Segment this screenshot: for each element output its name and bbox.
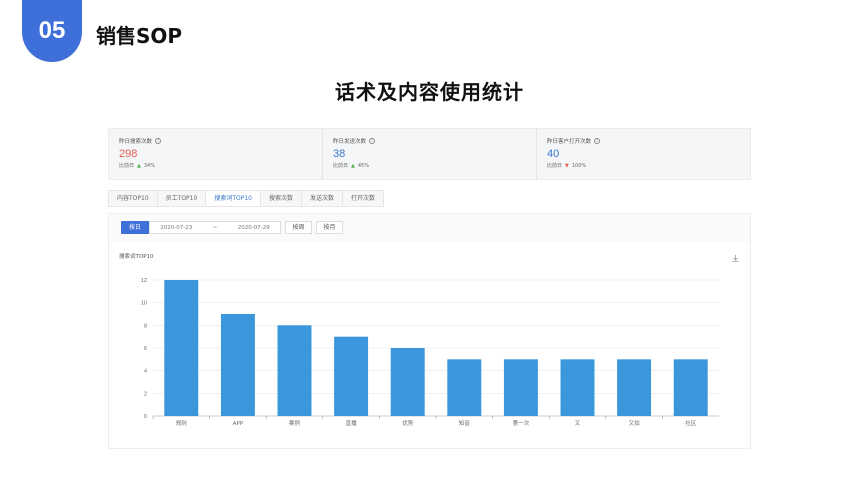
stat-compare-value: 45% bbox=[357, 162, 369, 169]
by-week-button[interactable]: 按周 bbox=[285, 221, 312, 234]
bar-chart: 0 2 4 6 8 10 12 规则 APP 案例 直播 优势 知音 第一次 又 又如 社区 bbox=[141, 278, 719, 427]
date-separator: ~ bbox=[212, 224, 218, 231]
tab-content-top10[interactable]: 内容TOP10 bbox=[109, 191, 158, 206]
y-tick-label: 0 bbox=[144, 414, 147, 420]
bar bbox=[334, 336, 369, 416]
x-tick-label: 优势 bbox=[402, 419, 414, 427]
question-circle-icon[interactable]: ? bbox=[594, 138, 601, 144]
stat-compare-label: 比前日 bbox=[547, 163, 563, 169]
y-tick-label: 12 bbox=[141, 278, 147, 284]
x-tick-label: 第一次 bbox=[513, 419, 530, 427]
section-title: 销售SOP bbox=[96, 24, 183, 48]
x-tick-label: 直播 bbox=[346, 419, 358, 427]
arrow-up-icon: ▲ bbox=[351, 162, 355, 169]
bar bbox=[560, 359, 595, 416]
by-day-button[interactable]: 按日 bbox=[121, 221, 149, 234]
chart-panel: 按日 2020-07-23 ~ 2020-07-29 按周 按月 搜索词TOP1… bbox=[108, 213, 751, 449]
bar bbox=[220, 314, 255, 416]
stat-label: 昨日客户打开次数 bbox=[547, 139, 592, 145]
stat-card-search: 昨日搜索次数 ? 298 比前日 ▲ 34% bbox=[109, 129, 323, 179]
x-tick-label: 又 bbox=[575, 420, 581, 427]
stat-compare-label: 比前日 bbox=[333, 163, 349, 169]
x-tick-label: 又如 bbox=[629, 419, 641, 427]
stat-compare-value: 100% bbox=[571, 162, 587, 169]
date-end: 2020-07-29 bbox=[237, 224, 270, 231]
chart-area: 搜索词TOP10 0 2 4 6 8 10 12 规则 APP 案例 直播 优势 知音 第一次又又如 社区 bbox=[109, 242, 750, 448]
slide-title: 话术及内容使用统计 bbox=[335, 80, 524, 104]
bar bbox=[673, 359, 708, 416]
bar bbox=[390, 348, 425, 416]
stat-value: 40 bbox=[547, 148, 560, 160]
tab-send-count[interactable]: 发送次数 bbox=[302, 191, 343, 206]
stats-bar: 昨日搜索次数 ? 298 比前日 ▲ 34% 昨日发送次数 ? 38 比前日 ▲… bbox=[108, 128, 751, 180]
arrow-down-icon: ▼ bbox=[565, 162, 569, 169]
arrow-up-icon: ▲ bbox=[137, 162, 141, 169]
tab-open-count[interactable]: 打开次数 bbox=[343, 191, 383, 206]
bar bbox=[164, 280, 199, 416]
stat-compare-label: 比前日 bbox=[119, 163, 135, 169]
x-tick-label: 知音 bbox=[459, 419, 471, 427]
y-tick-label: 10 bbox=[141, 301, 147, 307]
bar bbox=[277, 325, 312, 416]
bar bbox=[617, 359, 652, 416]
question-circle-icon[interactable]: ? bbox=[369, 138, 376, 144]
tab-search-count[interactable]: 搜索次数 bbox=[261, 191, 302, 206]
stat-compare-value: 34% bbox=[143, 162, 155, 169]
by-month-button[interactable]: 按月 bbox=[316, 221, 343, 234]
tab-search-term-top10[interactable]: 搜索词TOP10 bbox=[206, 191, 261, 206]
y-tick-label: 2 bbox=[144, 391, 147, 397]
x-tick-label: APP bbox=[233, 421, 244, 427]
date-start: 2020-07-23 bbox=[160, 224, 193, 231]
filter-bar: 按日 2020-07-23 ~ 2020-07-29 按周 按月 bbox=[121, 221, 343, 234]
tab-staff-top10[interactable]: 员工TOP10 bbox=[158, 191, 207, 206]
x-tick-label: 规则 bbox=[176, 419, 187, 427]
date-range-picker[interactable]: 2020-07-23 ~ 2020-07-29 bbox=[149, 221, 281, 234]
y-tick-label: 8 bbox=[144, 323, 147, 329]
bar bbox=[447, 359, 482, 416]
tab-bar: 内容TOP10 员工TOP10 搜索词TOP10 搜索次数 发送次数 打开次数 bbox=[108, 190, 385, 207]
x-tick-label: 社区 bbox=[685, 419, 697, 427]
stat-label: 昨日搜索次数 bbox=[119, 139, 153, 145]
stat-card-send: 昨日发送次数 ? 38 比前日 ▲ 45% bbox=[323, 129, 537, 179]
stat-value: 38 bbox=[333, 148, 346, 160]
y-tick-label: 6 bbox=[144, 346, 147, 352]
bar bbox=[503, 359, 538, 416]
stat-label: 昨日发送次数 bbox=[333, 139, 367, 145]
stat-card-open: 昨日客户打开次数 ? 40 比前日 ▼ 100% bbox=[537, 129, 750, 179]
stat-value: 298 bbox=[119, 148, 138, 160]
y-tick-label: 4 bbox=[144, 369, 147, 375]
section-number-badge: 05 bbox=[22, 0, 82, 62]
question-circle-icon[interactable]: ? bbox=[155, 138, 162, 144]
section-number: 05 bbox=[38, 17, 66, 44]
dashboard-screenshot: 昨日搜索次数 ? 298 比前日 ▲ 34% 昨日发送次数 ? 38 比前日 ▲… bbox=[108, 128, 751, 449]
x-tick-label: 案例 bbox=[289, 419, 301, 427]
